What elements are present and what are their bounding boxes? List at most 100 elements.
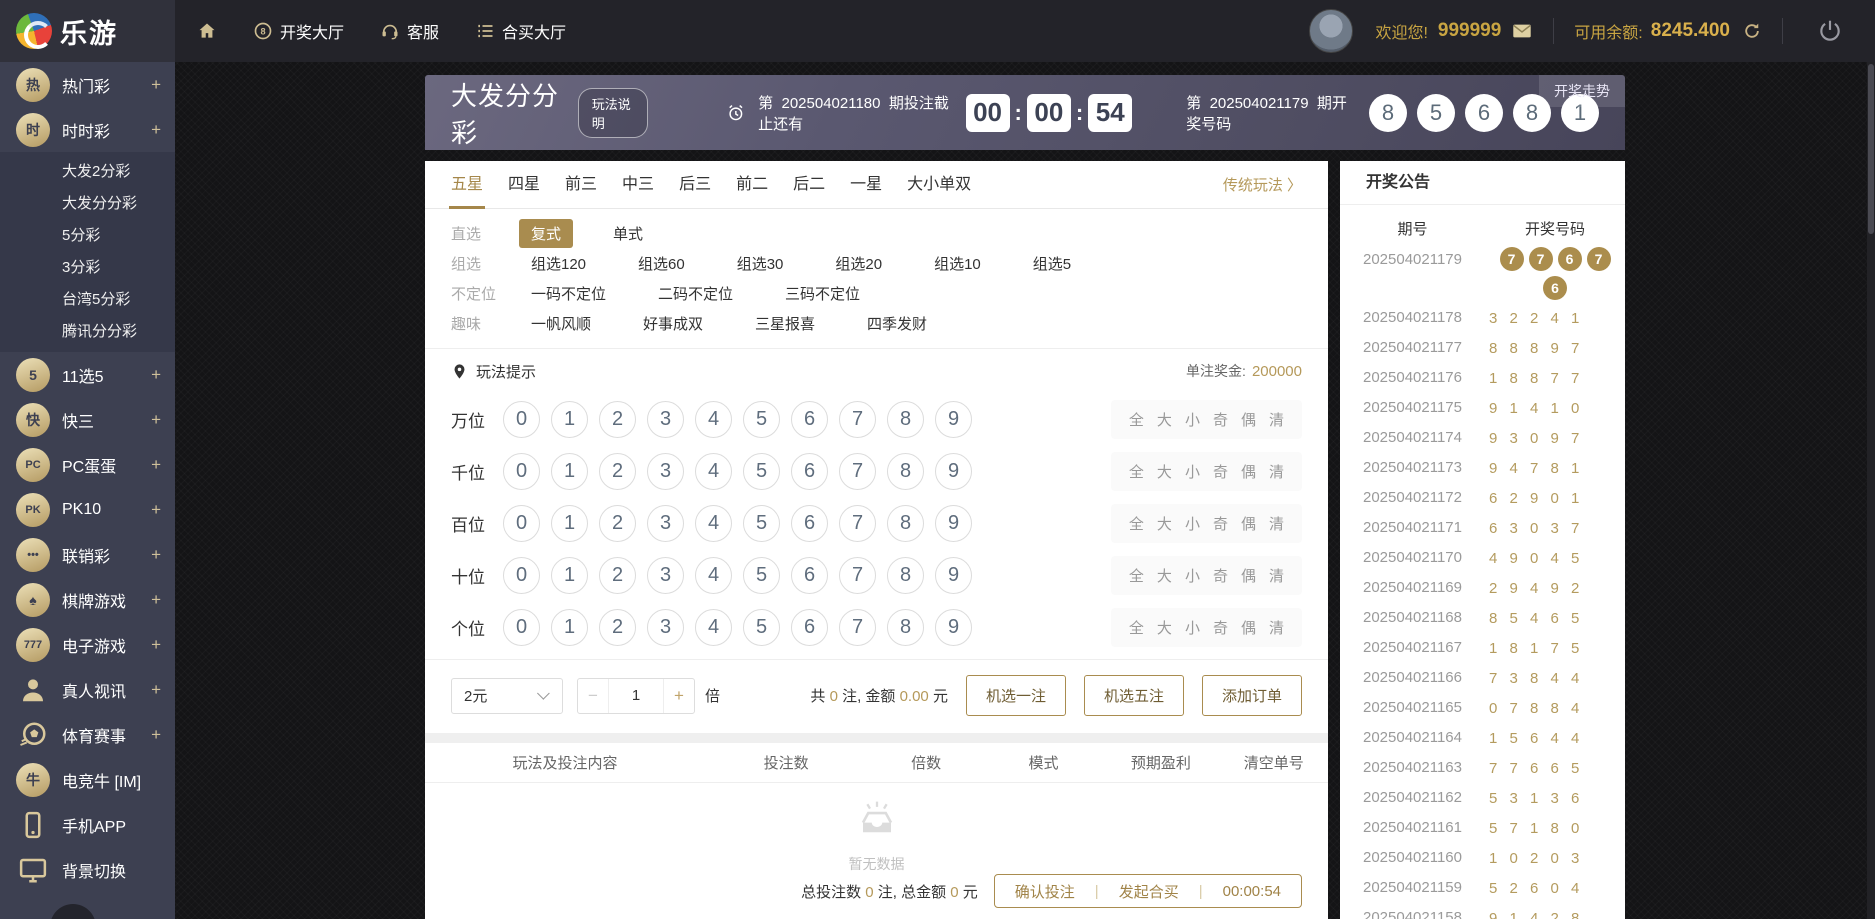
rules-button[interactable]: 玩法说明 [577, 87, 649, 138]
play-option-组选5[interactable]: 组选5 [1021, 249, 1083, 278]
play-option-三星报喜[interactable]: 三星报喜 [743, 309, 827, 338]
digit-8[interactable]: 8 [887, 452, 924, 490]
digit-3[interactable]: 3 [647, 556, 684, 594]
quick-action-小[interactable]: 小 [1185, 409, 1200, 430]
quick-action-全[interactable]: 全 [1129, 565, 1144, 586]
digit-5[interactable]: 5 [743, 608, 780, 646]
play-option-二码不定位[interactable]: 二码不定位 [646, 279, 745, 308]
digit-9[interactable]: 9 [935, 608, 972, 646]
quick-action-偶[interactable]: 偶 [1241, 513, 1256, 534]
sidebar-item-lianxiao[interactable]: ••• 联销彩 + [0, 532, 175, 577]
play-option-四季发财[interactable]: 四季发财 [855, 309, 939, 338]
page-scrollbar[interactable] [1867, 62, 1875, 919]
decrease-button[interactable]: − [578, 679, 608, 713]
quick-action-清[interactable]: 清 [1269, 617, 1284, 638]
digit-0[interactable]: 0 [503, 400, 540, 438]
submenu-item-腾讯分分彩[interactable]: 腾讯分分彩 [0, 316, 175, 348]
digit-3[interactable]: 3 [647, 504, 684, 542]
digit-6[interactable]: 6 [791, 608, 828, 646]
quick-action-全[interactable]: 全 [1129, 617, 1144, 638]
sidebar-item-bg[interactable]: 背景切换 [0, 847, 175, 892]
quick-action-奇[interactable]: 奇 [1213, 617, 1228, 638]
scrollbar-thumb[interactable] [1868, 64, 1874, 234]
logo[interactable]: 乐游 [0, 0, 175, 62]
unit-select[interactable]: 2元 [451, 677, 563, 714]
tab-中三[interactable]: 中三 [622, 161, 654, 209]
tab-后三[interactable]: 后三 [679, 161, 711, 209]
tab-四星[interactable]: 四星 [508, 161, 540, 209]
add-order-button[interactable]: 添加订单 [1201, 675, 1302, 716]
quick-action-大[interactable]: 大 [1157, 461, 1172, 482]
digit-9[interactable]: 9 [935, 504, 972, 542]
submenu-item-大发分分彩[interactable]: 大发分分彩 [0, 188, 175, 220]
sidebar-item-sports[interactable]: 体育赛事 + [0, 712, 175, 757]
nav-lottery-hall[interactable]: 8 开奖大厅 [253, 19, 344, 43]
digit-8[interactable]: 8 [887, 400, 924, 438]
quick-action-清[interactable]: 清 [1269, 513, 1284, 534]
sidebar-item-11x5[interactable]: 5 11选5 + [0, 352, 175, 397]
trend-link[interactable]: 开奖走势 [1539, 75, 1625, 107]
random-five-button[interactable]: 机选五注 [1083, 675, 1184, 716]
digit-1[interactable]: 1 [551, 452, 588, 490]
quick-action-偶[interactable]: 偶 [1241, 565, 1256, 586]
confirm-bet-button[interactable]: 确认投注 [995, 881, 1095, 902]
sidebar-item-app[interactable]: 手机APP [0, 802, 175, 847]
play-option-组选10[interactable]: 组选10 [922, 249, 993, 278]
avatar[interactable] [1309, 9, 1354, 53]
play-option-组选30[interactable]: 组选30 [725, 249, 796, 278]
sidebar-toggle-button[interactable] [50, 904, 96, 919]
refresh-icon[interactable] [1742, 21, 1762, 41]
quick-action-奇[interactable]: 奇 [1213, 409, 1228, 430]
quick-action-大[interactable]: 大 [1157, 565, 1172, 586]
digit-8[interactable]: 8 [887, 504, 924, 542]
digit-2[interactable]: 2 [599, 400, 636, 438]
digit-6[interactable]: 6 [791, 400, 828, 438]
digit-2[interactable]: 2 [599, 504, 636, 542]
digit-4[interactable]: 4 [695, 608, 732, 646]
digit-0[interactable]: 0 [503, 556, 540, 594]
digit-4[interactable]: 4 [695, 504, 732, 542]
quick-action-大[interactable]: 大 [1157, 409, 1172, 430]
tab-大小单双[interactable]: 大小单双 [907, 161, 971, 209]
quick-action-奇[interactable]: 奇 [1213, 565, 1228, 586]
play-option-单式[interactable]: 单式 [601, 219, 655, 248]
quick-action-偶[interactable]: 偶 [1241, 461, 1256, 482]
digit-1[interactable]: 1 [551, 556, 588, 594]
submenu-item-台湾5分彩[interactable]: 台湾5分彩 [0, 284, 175, 316]
submenu-item-5分彩[interactable]: 5分彩 [0, 220, 175, 252]
play-option-组选120[interactable]: 组选120 [519, 249, 598, 278]
sidebar-item-pk10[interactable]: PK PK10 + [0, 487, 175, 532]
quick-action-全[interactable]: 全 [1129, 409, 1144, 430]
submenu-item-3分彩[interactable]: 3分彩 [0, 252, 175, 284]
digit-5[interactable]: 5 [743, 400, 780, 438]
nav-home[interactable] [197, 21, 217, 41]
digit-7[interactable]: 7 [839, 452, 876, 490]
random-one-button[interactable]: 机选一注 [965, 675, 1066, 716]
sidebar-item-slots[interactable]: 777 电子游戏 + [0, 622, 175, 667]
digit-0[interactable]: 0 [503, 608, 540, 646]
quick-action-大[interactable]: 大 [1157, 513, 1172, 534]
quick-action-小[interactable]: 小 [1185, 565, 1200, 586]
submenu-item-大发2分彩[interactable]: 大发2分彩 [0, 156, 175, 188]
quick-action-小[interactable]: 小 [1185, 617, 1200, 638]
sidebar-item-ssc[interactable]: 时时时彩 + [0, 107, 175, 152]
sidebar-item-live[interactable]: 真人视讯 + [0, 667, 175, 712]
quick-action-全[interactable]: 全 [1129, 513, 1144, 534]
digit-6[interactable]: 6 [791, 556, 828, 594]
digit-6[interactable]: 6 [791, 504, 828, 542]
quick-action-小[interactable]: 小 [1185, 513, 1200, 534]
quick-action-奇[interactable]: 奇 [1213, 461, 1228, 482]
digit-9[interactable]: 9 [935, 400, 972, 438]
quick-action-偶[interactable]: 偶 [1241, 409, 1256, 430]
digit-2[interactable]: 2 [599, 608, 636, 646]
quick-action-清[interactable]: 清 [1269, 409, 1284, 430]
play-option-好事成双[interactable]: 好事成双 [631, 309, 715, 338]
digit-1[interactable]: 1 [551, 504, 588, 542]
multiplier-value[interactable]: 1 [608, 678, 664, 713]
play-option-组选60[interactable]: 组选60 [626, 249, 697, 278]
digit-1[interactable]: 1 [551, 608, 588, 646]
digit-5[interactable]: 5 [743, 504, 780, 542]
digit-2[interactable]: 2 [599, 556, 636, 594]
nav-group-buy-hall[interactable]: 合买大厅 [475, 19, 566, 43]
quick-action-小[interactable]: 小 [1185, 461, 1200, 482]
